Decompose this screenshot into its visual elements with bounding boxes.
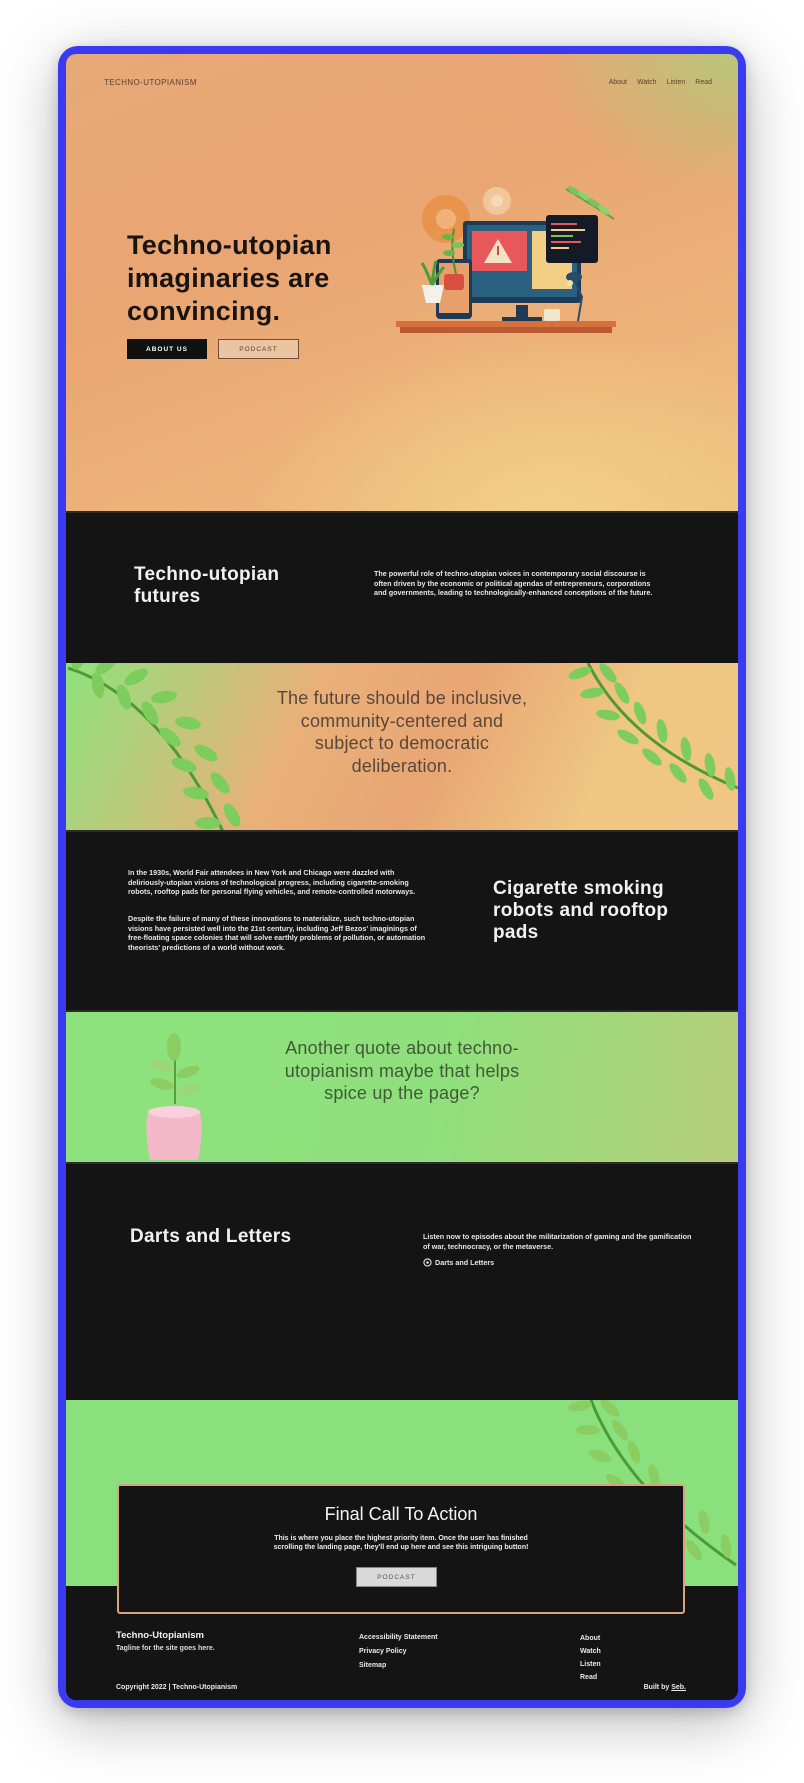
built-by-link[interactable]: Seb. <box>671 1684 686 1691</box>
footer-brand[interactable]: Techno-Utopianism <box>116 1630 204 1641</box>
history-paragraph-2: Despite the failure of many of these inn… <box>128 914 426 952</box>
footer-link-privacy[interactable]: Privacy Policy <box>359 1647 438 1657</box>
footer-link-sitemap[interactable]: Sitemap <box>359 1661 438 1671</box>
history-title-line: robots and rooftop <box>493 900 669 921</box>
hero-title-line: imaginaries are <box>127 263 330 293</box>
hero-title: Techno-utopian imaginaries are convincin… <box>127 229 387 328</box>
quote-band-2: Another quote about techno- utopianism m… <box>66 1010 738 1162</box>
footer-copyright: Copyright 2022 | Techno-Utopianism <box>116 1684 238 1691</box>
podcast-body: Listen now to episodes about the militar… <box>423 1232 692 1251</box>
podcast-button[interactable]: PODCAST <box>218 339 299 359</box>
podcast-title: Darts and Letters <box>130 1226 292 1247</box>
footer-link-listen[interactable]: Listen <box>580 1660 601 1670</box>
quote-line: utopianism maybe that helps <box>284 1060 520 1081</box>
site-brand[interactable]: TECHNO-UTOPIANISM <box>104 78 197 87</box>
landing-page: TECHNO-UTOPIANISM About Watch Listen Rea… <box>66 54 738 1700</box>
podcast-link[interactable]: Darts and Letters <box>423 1258 494 1268</box>
history-section: In the 1930s, World Fair attendees in Ne… <box>66 830 738 1010</box>
futures-title: Techno-utopian futures <box>134 564 279 608</box>
nav-watch[interactable]: Watch <box>637 79 657 86</box>
headphones-icon <box>423 1258 432 1267</box>
browser-frame: TECHNO-UTOPIANISM About Watch Listen Rea… <box>58 46 746 1708</box>
history-title: Cigarette smoking robots and rooftop pad… <box>493 878 713 944</box>
quote-line: subject to democratic <box>314 733 490 753</box>
nav-listen[interactable]: Listen <box>667 79 686 86</box>
quote-1: The future should be inclusive, communit… <box>66 687 738 777</box>
computer-illustration-icon <box>396 186 616 333</box>
hero-title-line: Techno-utopian <box>127 230 332 260</box>
cta-body-line: This is where you place the highest prio… <box>274 1535 528 1542</box>
quote-band-1: The future should be inclusive, communit… <box>66 663 738 830</box>
footer-link-accessibility[interactable]: Accessibility Statement <box>359 1633 438 1643</box>
footer-tagline: Tagline for the site goes here. <box>116 1645 215 1652</box>
cta-body: This is where you place the highest prio… <box>119 1534 683 1552</box>
quote-line: Another quote about techno- <box>285 1038 519 1058</box>
hero-title-line: convincing. <box>127 296 281 326</box>
footer-built-by: Built by Seb. <box>644 1684 686 1691</box>
top-nav: About Watch Listen Read <box>609 79 712 86</box>
nav-read[interactable]: Read <box>695 79 712 86</box>
footer-link-about[interactable]: About <box>580 1634 601 1644</box>
futures-title-line: futures <box>134 586 201 607</box>
quote-line: deliberation. <box>351 755 453 776</box>
about-us-button[interactable]: ABOUT US <box>127 339 207 359</box>
history-title-line: Cigarette smoking <box>493 878 664 899</box>
history-paragraph-1: In the 1930s, World Fair attendees in Ne… <box>128 868 416 897</box>
footer-link-read[interactable]: Read <box>580 1673 601 1683</box>
built-by-prefix: Built by <box>643 1684 672 1691</box>
hero-section: TECHNO-UTOPIANISM About Watch Listen Rea… <box>66 54 738 513</box>
podcast-link-label: Darts and Letters <box>435 1258 495 1267</box>
quote-line: The future should be inclusive, <box>276 688 528 708</box>
podcast-section: Darts and Letters Listen now to episodes… <box>66 1162 738 1342</box>
footer-link-watch[interactable]: Watch <box>580 1647 601 1657</box>
footer-legal-links: Accessibility Statement Privacy Policy S… <box>359 1633 438 1671</box>
cta-podcast-button[interactable]: PODCAST <box>356 1567 437 1587</box>
history-title-line: pads <box>493 922 539 943</box>
quote-line: spice up the page? <box>324 1083 480 1103</box>
cta-card: Final Call To Action This is where you p… <box>117 1484 685 1614</box>
cta-body-line: scrolling the landing page, they'll end … <box>273 1544 529 1551</box>
quote-line: community-centered and <box>300 710 504 731</box>
futures-body: The powerful role of techno-utopian voic… <box>374 569 653 598</box>
footer-nav-links: About Watch Listen Read <box>580 1634 601 1683</box>
futures-title-line: Techno-utopian <box>134 564 280 585</box>
quote-2: Another quote about techno- utopianism m… <box>66 1037 738 1105</box>
futures-section: Techno-utopian futures The powerful role… <box>66 513 738 663</box>
nav-about[interactable]: About <box>609 79 627 86</box>
cta-title: Final Call To Action <box>324 1504 478 1524</box>
